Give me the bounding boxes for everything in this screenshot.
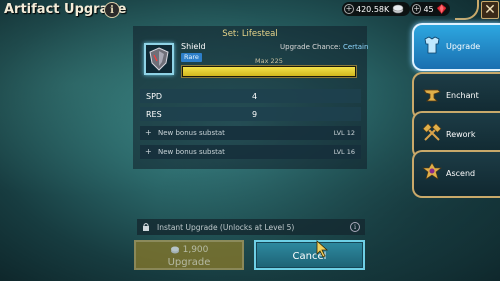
- armor-icon: [424, 36, 440, 54]
- upgrade-chance-label: Upgrade Chance:: [280, 43, 341, 51]
- tab-label: Upgrade: [446, 42, 481, 51]
- upgrade-cost-value: 1,900: [182, 245, 209, 255]
- level-progress-bar: [181, 65, 357, 78]
- upgrade-chance: Upgrade Chance: Certain: [280, 43, 368, 51]
- bonus-substat-label: New bonus substat: [158, 129, 225, 137]
- rarity-badge: Rare: [181, 53, 202, 62]
- shield-artifact-icon: [149, 47, 169, 71]
- plus-icon: +: [145, 147, 152, 156]
- set-title: Set: Lifesteal: [222, 29, 278, 39]
- instant-upgrade-text: Instant Upgrade (Unlocks at Level 5): [157, 223, 295, 232]
- stat-name: SPD: [146, 91, 163, 101]
- silver-icon: [392, 4, 404, 14]
- add-gems-icon[interactable]: +: [412, 4, 422, 14]
- upgrade-button-label: Upgrade: [167, 257, 211, 268]
- hammers-icon: [422, 123, 442, 141]
- close-button[interactable]: ✕: [481, 1, 499, 19]
- max-label: Max 225: [255, 57, 283, 65]
- tab-upgrade[interactable]: Upgrade: [412, 23, 500, 71]
- upgrade-chance-value: Certain: [342, 43, 369, 51]
- bonus-substat-level: LVL 16: [333, 148, 355, 156]
- cancel-button-label: Cancel: [292, 251, 327, 262]
- anvil-icon: [423, 89, 441, 102]
- tab-label: Ascend: [446, 169, 476, 178]
- lock-icon: [143, 223, 149, 231]
- level-progress-fill: [183, 67, 355, 76]
- stat-value: 4: [252, 91, 258, 101]
- plus-icon: +: [145, 128, 152, 137]
- artifact-card: Shield Rare Upgrade Chance: Certain Max …: [140, 42, 368, 82]
- artifact-name: Shield: [181, 42, 206, 51]
- bonus-substat-level: LVL 12: [333, 129, 355, 137]
- stat-row: SPD 4: [140, 89, 361, 103]
- gems-counter[interactable]: + 45: [410, 2, 450, 16]
- artifact-slot[interactable]: [144, 43, 174, 75]
- bonus-substat-row: + New bonus substat LVL 16: [140, 145, 361, 159]
- bonus-substat-row: + New bonus substat LVL 12: [140, 126, 361, 140]
- upgrade-cost: 1,900: [136, 245, 242, 255]
- tab-label: Enchant: [446, 91, 479, 100]
- info-icon[interactable]: i: [350, 222, 360, 232]
- stat-value: 9: [252, 109, 258, 119]
- corner-ornament: [455, 0, 479, 20]
- info-icon[interactable]: i: [104, 2, 120, 18]
- upgrade-button[interactable]: 1,900 Upgrade: [134, 240, 244, 270]
- add-silver-icon[interactable]: +: [344, 4, 354, 14]
- top-bar: Artifact Upgrade i + 420.58K + 45 ✕: [0, 0, 500, 22]
- tab-ascend[interactable]: Ascend: [412, 150, 500, 198]
- instant-upgrade-row: Instant Upgrade (Unlocks at Level 5) i: [137, 219, 365, 235]
- stat-name: RES: [146, 109, 162, 119]
- gems-amount: 45: [423, 4, 434, 14]
- ruby-icon: [436, 4, 446, 14]
- silver-icon: [170, 246, 179, 253]
- tab-label: Rework: [446, 130, 476, 139]
- bonus-substat-label: New bonus substat: [158, 148, 225, 156]
- ascend-crest-icon: [422, 162, 442, 180]
- cancel-button[interactable]: Cancel: [254, 240, 365, 270]
- stat-row: RES 9: [140, 107, 361, 121]
- pointer-cursor-icon: [316, 240, 329, 258]
- silver-amount: 420.58K: [356, 4, 390, 14]
- silver-counter[interactable]: + 420.58K: [342, 2, 410, 16]
